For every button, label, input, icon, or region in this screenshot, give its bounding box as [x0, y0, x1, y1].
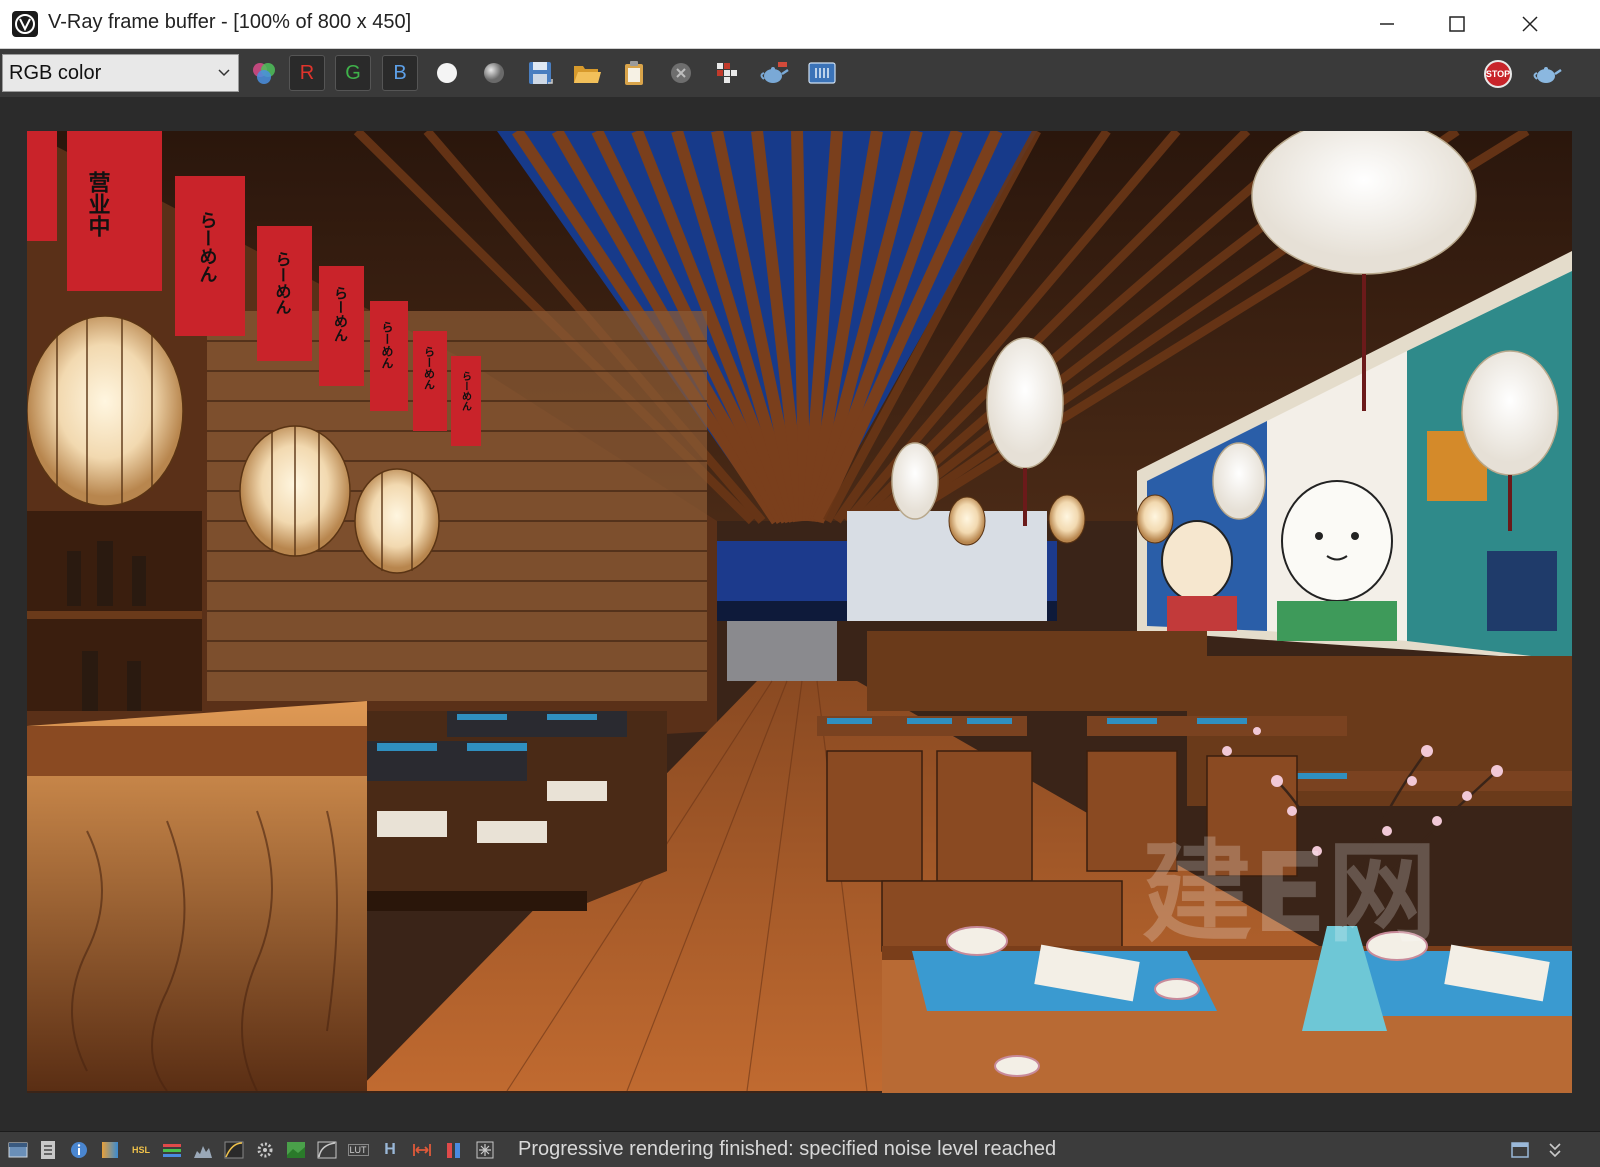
rendered-image: 营业中 らーめん らーめん らーめん らーめん らーめん らーめん 建E网: [27, 131, 1572, 1093]
log-list-icon: [41, 1141, 55, 1159]
curves-button[interactable]: [224, 1140, 244, 1160]
clipboard-icon: [625, 61, 643, 85]
banner-text-3: らーめん: [332, 286, 348, 342]
blue-channel-label: B: [393, 61, 407, 84]
compare-button[interactable]: [444, 1140, 464, 1160]
render-teapot-button[interactable]: [1529, 55, 1565, 91]
save-disk-icon: [529, 62, 553, 84]
gear-icon: [257, 1142, 273, 1158]
status-bar: HSL LUT H Progressive rendering finished…: [0, 1131, 1600, 1167]
window-panel-icon: [8, 1142, 28, 1158]
load-image-button[interactable]: [569, 55, 605, 91]
color-curve-button[interactable]: [317, 1140, 337, 1160]
film-strip-icon: [808, 62, 836, 84]
status-message: Progressive rendering finished: specifie…: [518, 1138, 1057, 1160]
rgb-circles-icon: [253, 63, 275, 84]
lens-effects-button[interactable]: [475, 1140, 495, 1160]
close-button[interactable]: [1495, 0, 1565, 48]
exposure-button[interactable]: [100, 1140, 120, 1160]
gray-sphere-icon: [484, 63, 504, 83]
green-channel-button[interactable]: G: [335, 55, 371, 91]
background-button[interactable]: [255, 1140, 275, 1160]
blue-channel-button[interactable]: B: [382, 55, 418, 91]
clear-image-button[interactable]: [663, 55, 699, 91]
histogram-icon: [194, 1146, 212, 1158]
width-arrows-icon: [413, 1144, 431, 1156]
panel-icon: [1511, 1142, 1529, 1158]
vfb-history-button[interactable]: [804, 55, 840, 91]
curve-square-icon: [317, 1141, 337, 1159]
show-corrections-button[interactable]: [8, 1140, 28, 1160]
hsl-button[interactable]: HSL: [131, 1140, 151, 1160]
minimize-button[interactable]: [1352, 0, 1422, 48]
info-button[interactable]: [69, 1140, 89, 1160]
expand-button[interactable]: [1545, 1140, 1565, 1160]
h-label: H: [384, 1141, 396, 1158]
render-log-button[interactable]: [38, 1140, 58, 1160]
region-grid-icon: [717, 63, 737, 83]
open-folder-icon: [574, 66, 601, 83]
monochrome-button[interactable]: [476, 55, 512, 91]
compare-bars-icon: [447, 1143, 460, 1158]
hue-button[interactable]: H: [380, 1140, 400, 1160]
gradient-square-icon: [102, 1142, 118, 1158]
minimize-icon: [1380, 23, 1394, 25]
channel-select-value: RGB color: [9, 62, 102, 84]
vray-logo-icon: [12, 11, 38, 37]
red-channel-button[interactable]: R: [289, 55, 325, 91]
close-icon: [1522, 16, 1538, 32]
banner-text-1: らーめん: [197, 211, 218, 283]
green-channel-label: G: [345, 61, 361, 84]
toggle-panel-button[interactable]: [1510, 1140, 1530, 1160]
banner-text-2: らーめん: [273, 251, 292, 315]
balance-bars-icon: [163, 1144, 181, 1157]
restaurant-render-illustration: 营业中 らーめん らーめん らーめん らーめん らーめん らーめん 建E网: [27, 131, 1572, 1093]
region-render-button[interactable]: [709, 55, 745, 91]
white-circle-icon: [437, 63, 457, 83]
clear-x-circle-icon: [671, 63, 691, 83]
render-teapot-icon: [1533, 67, 1562, 83]
color-balance-button[interactable]: [162, 1140, 182, 1160]
teapot-icon: [760, 62, 789, 83]
sparkle-icon: [476, 1141, 494, 1159]
copy-to-clipboard-button[interactable]: [616, 55, 652, 91]
maximize-icon: [1449, 16, 1465, 32]
color-channels-button[interactable]: [246, 55, 282, 91]
channel-select[interactable]: RGB color: [2, 54, 239, 92]
levels-button[interactable]: [193, 1140, 213, 1160]
red-channel-label: R: [299, 61, 315, 84]
watermark-text: 建E网: [1142, 829, 1437, 957]
save-image-button[interactable]: [522, 55, 558, 91]
pixel-aspect-button[interactable]: [412, 1140, 432, 1160]
banner-text-6: らーめん: [460, 371, 472, 411]
stop-label: STOP: [1485, 69, 1511, 79]
image-viewport[interactable]: 营业中 らーめん らーめん らーめん らーめん らーめん らーめん 建E网: [0, 97, 1600, 1131]
lut-label: LUT: [347, 1144, 369, 1156]
hsl-label: HSL: [132, 1145, 150, 1155]
curve-icon: [224, 1141, 244, 1159]
title-bar: V-Ray frame buffer - [100% of 800 x 450]: [0, 0, 1600, 49]
banner-text-0: 营业中: [85, 171, 111, 237]
render-last-button[interactable]: [756, 55, 792, 91]
landscape-icon: [287, 1142, 305, 1158]
display-background-button[interactable]: [286, 1140, 306, 1160]
banner-text-5: らーめん: [423, 346, 436, 390]
chevron-down-icon: [218, 69, 230, 77]
info-icon: [71, 1142, 87, 1158]
lut-button[interactable]: LUT: [347, 1140, 369, 1160]
stop-render-button[interactable]: STOP: [1484, 60, 1512, 88]
toolbar: RGB color R G B STOP: [0, 49, 1600, 97]
double-chevron-down-icon: [1549, 1143, 1561, 1158]
banner-text-4: らーめん: [380, 321, 394, 369]
window-title: V-Ray frame buffer - [100% of 800 x 450]: [48, 11, 412, 33]
maximize-button[interactable]: [1422, 0, 1492, 48]
alpha-white-button[interactable]: [429, 55, 465, 91]
